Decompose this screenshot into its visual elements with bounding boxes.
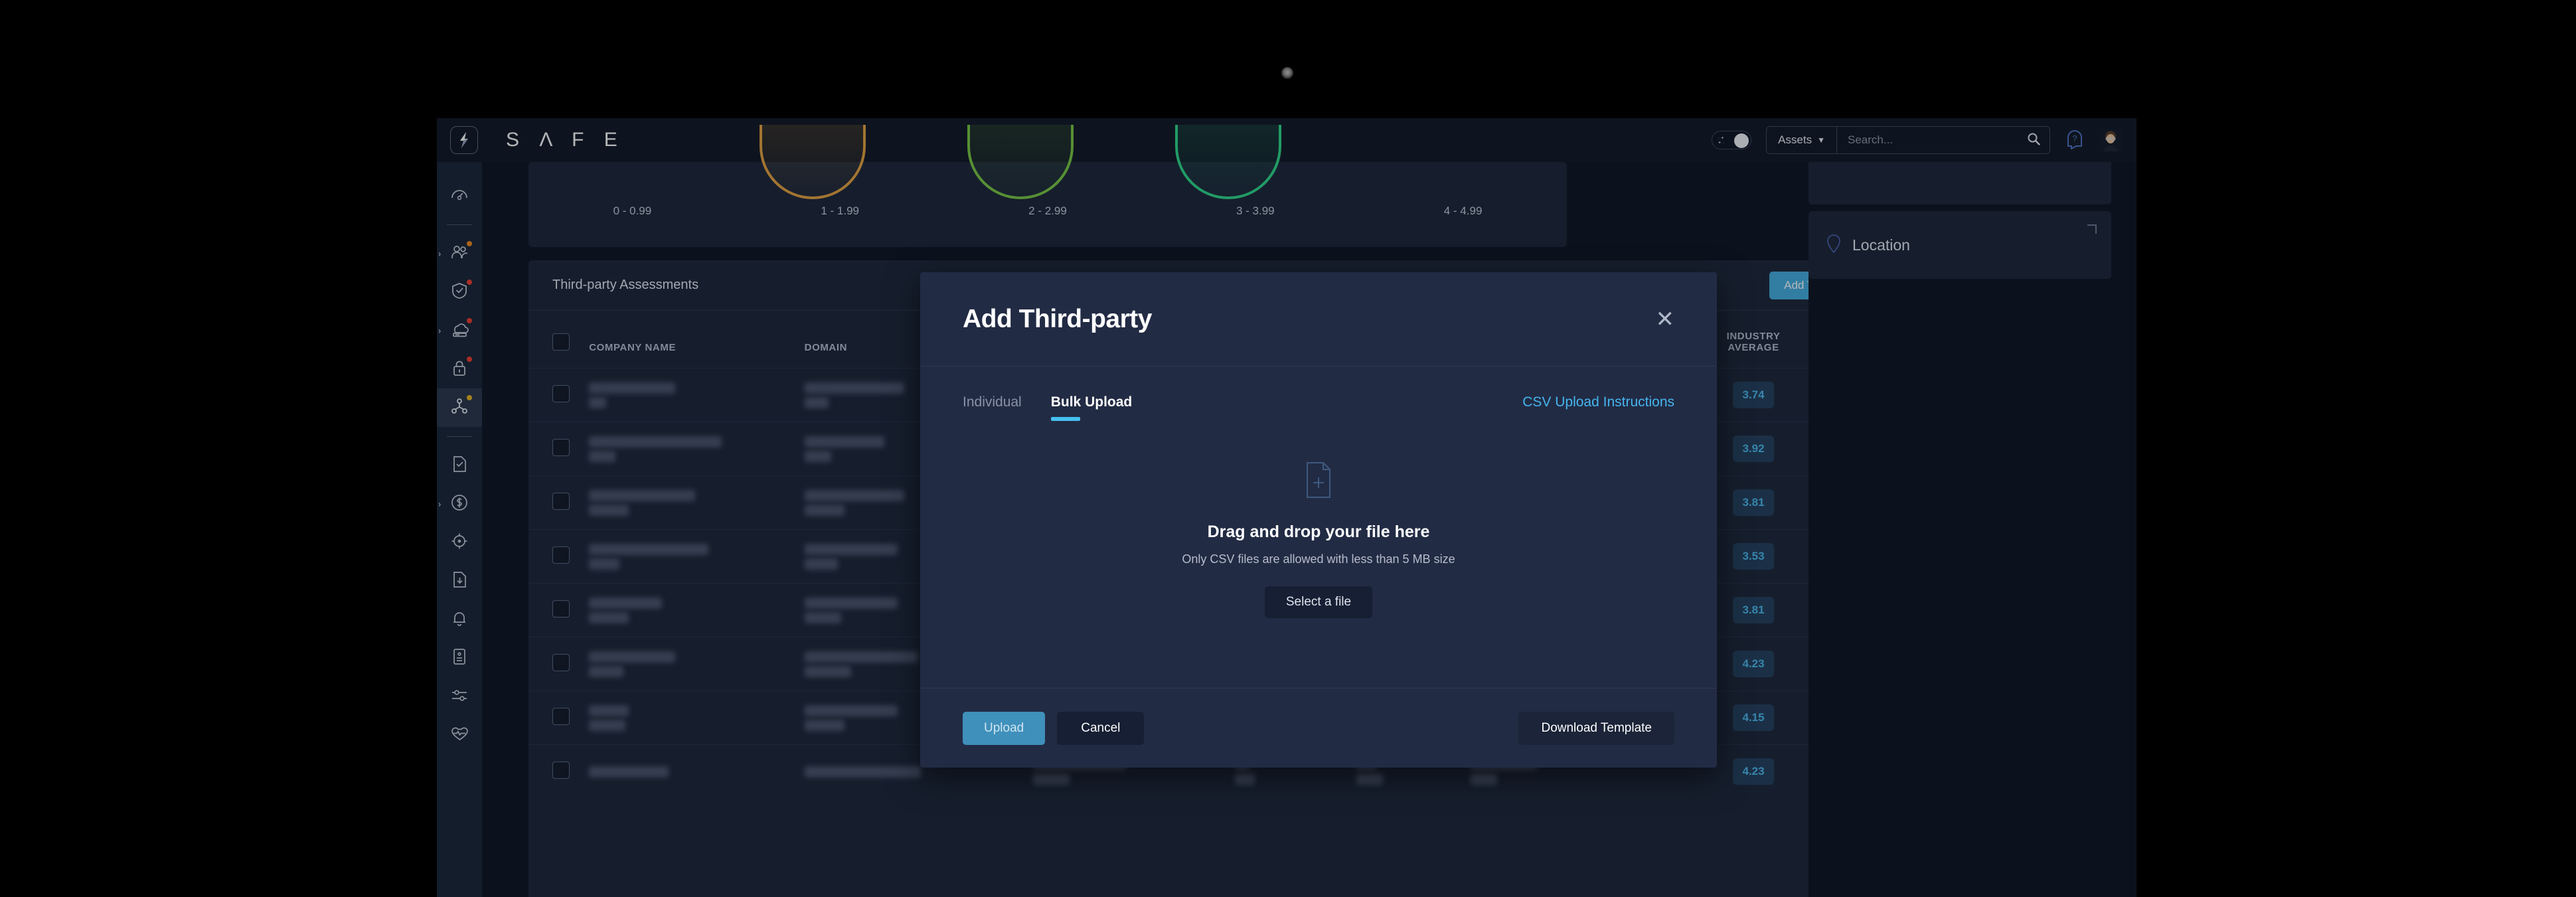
modal-title: Add Third-party — [963, 304, 1152, 333]
modal-footer: Upload Cancel Download Template — [920, 688, 1717, 768]
dropzone-subtitle: Only CSV files are allowed with less tha… — [1182, 552, 1455, 566]
download-template-button[interactable]: Download Template — [1518, 711, 1674, 745]
file-add-icon — [1303, 461, 1334, 503]
upload-button[interactable]: Upload — [963, 711, 1046, 745]
select-a-file-button[interactable]: Select a file — [1264, 586, 1373, 618]
tab-bulk-upload[interactable]: Bulk Upload — [1050, 394, 1132, 421]
file-dropzone[interactable]: Drag and drop your file here Only CSV fi… — [963, 421, 1674, 688]
modal-header: Add Third-party ✕ — [920, 272, 1717, 367]
dropzone-title: Drag and drop your file here — [1207, 523, 1430, 541]
cancel-button[interactable]: Cancel — [1057, 711, 1145, 745]
add-third-party-modal: Add Third-party ✕ Individual Bulk Upload… — [920, 272, 1717, 768]
modal-tabs: Individual Bulk Upload CSV Upload Instru… — [963, 367, 1674, 421]
laptop-camera-dot — [1281, 67, 1293, 79]
csv-upload-instructions-link[interactable]: CSV Upload Instructions — [1522, 394, 1674, 421]
app-window: S Λ F E · ✦ ✦ · Assets ▼ Search... ? › ›… — [437, 118, 2136, 897]
close-icon[interactable]: ✕ — [1656, 308, 1675, 331]
tab-individual[interactable]: Individual — [963, 394, 1022, 421]
modal-body: Individual Bulk Upload CSV Upload Instru… — [920, 367, 1717, 688]
